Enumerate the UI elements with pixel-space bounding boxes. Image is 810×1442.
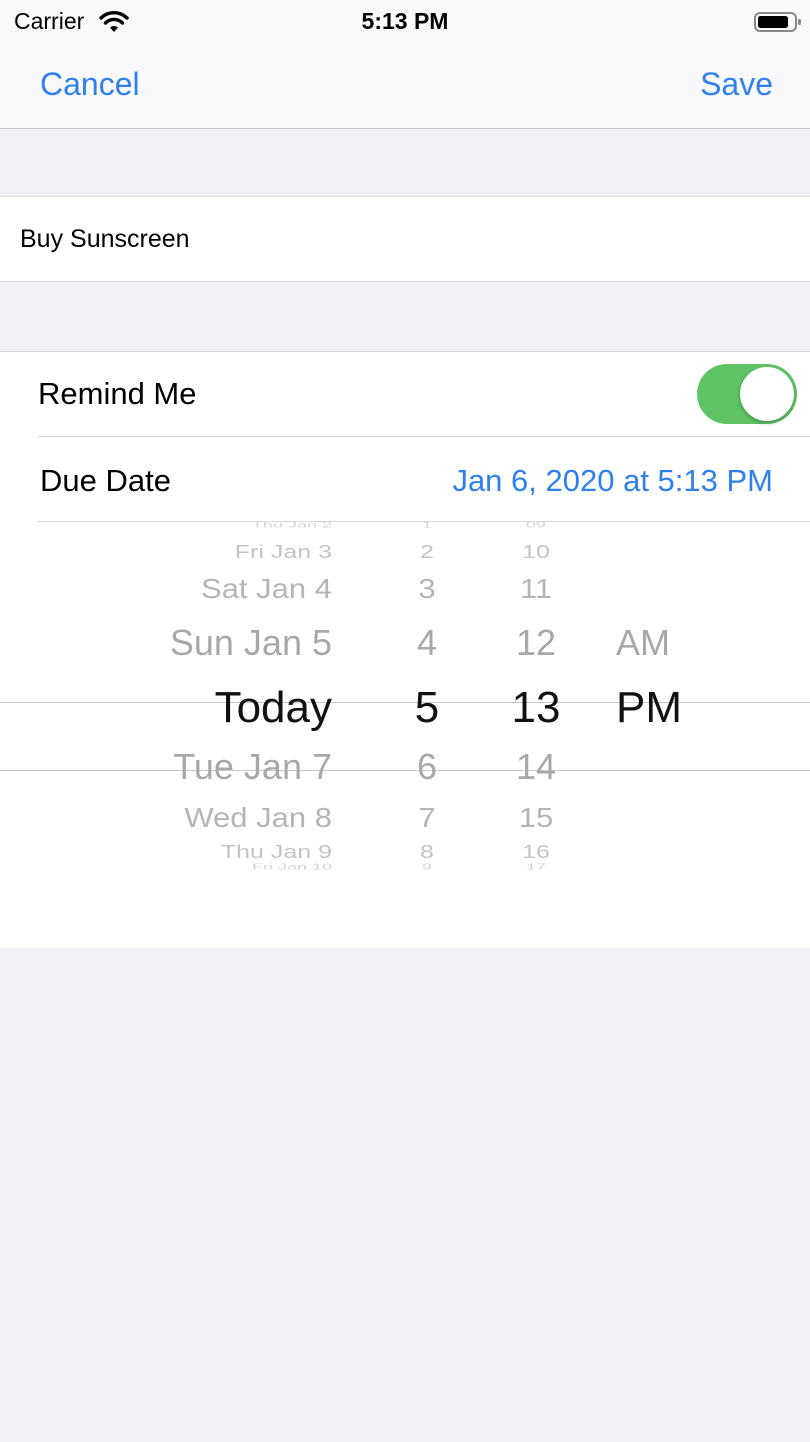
due-date-value[interactable]: Jan 6, 2020 at 5:13 PM	[452, 463, 773, 499]
due-date-row[interactable]: Due Date Jan 6, 2020 at 5:13 PM	[38, 437, 810, 522]
remind-me-row: Remind Me	[38, 352, 810, 437]
reminder-section: Remind Me Due Date Jan 6, 2020 at 5:13 P…	[0, 351, 810, 949]
picker-minute-item[interactable]: 16	[482, 843, 590, 862]
picker-ampm-item[interactable]: PM	[616, 686, 736, 730]
picker-date-column[interactable]: Thu Jan 2 Fri Jan 3 Sat Jan 4 Sun Jan 5 Toda…	[80, 522, 332, 948]
picker-date-item[interactable]: Thu Jan 2	[80, 522, 332, 529]
battery-icon	[754, 12, 801, 32]
date-time-picker[interactable]: Thu Jan 2 Fri Jan 3 Sat Jan 4 Sun Jan 5 Toda…	[0, 522, 810, 948]
picker-hour-item[interactable]: 3	[382, 575, 472, 603]
picker-hour-column[interactable]: 1 2 3 4 5 6 7 89	[382, 522, 472, 948]
picker-hour-item[interactable]: 5	[382, 686, 472, 730]
due-date-label: Due Date	[40, 463, 171, 498]
picker-date-item[interactable]: Fri Jan 3	[80, 543, 332, 562]
status-time: 5:13 PM	[361, 8, 449, 34]
picker-date-item[interactable]: Sun Jan 5	[80, 625, 332, 661]
picker-ampm-item[interactable]: AM	[616, 625, 736, 661]
picker-date-item[interactable]: Today	[80, 686, 332, 730]
cancel-button[interactable]: Cancel	[40, 66, 140, 103]
picker-hour-item[interactable]: 7	[382, 804, 472, 832]
picker-minute-item[interactable]: 13	[482, 686, 590, 730]
picker-minute-item[interactable]: 15	[482, 804, 590, 832]
picker-minute-item[interactable]: 11	[482, 575, 590, 603]
picker-minute-column[interactable]: 09 10 11 12 13 14 15 16 17	[482, 522, 590, 948]
picker-hour-item[interactable]: 2	[382, 543, 472, 562]
picker-minute-item[interactable]: 10	[482, 543, 590, 562]
toggle-knob	[740, 367, 794, 421]
status-bar: Carrier 5:13 PM	[0, 0, 810, 48]
picker-hour-item[interactable]: 4	[382, 625, 472, 661]
picker-minute-item[interactable]: 12	[482, 625, 590, 661]
navigation-bar: Cancel Save	[0, 48, 810, 129]
picker-hour-item[interactable]: 1	[382, 522, 472, 529]
picker-minute-item[interactable]: 14	[482, 749, 590, 785]
picker-minute-item[interactable]: 17	[482, 863, 590, 871]
picker-date-item[interactable]: Tue Jan 7	[80, 749, 332, 785]
title-section	[0, 196, 810, 282]
empty-background	[0, 948, 810, 1442]
picker-date-item[interactable]: Thu Jan 9	[80, 843, 332, 862]
picker-hour-item[interactable]: 9	[382, 863, 472, 871]
remind-me-label: Remind Me	[38, 376, 197, 411]
save-button[interactable]: Save	[700, 66, 773, 103]
picker-hour-item[interactable]: 6	[382, 749, 472, 785]
picker-date-item[interactable]: Sat Jan 4	[80, 575, 332, 603]
picker-hour-item[interactable]: 8	[382, 843, 472, 862]
task-title-field[interactable]	[20, 197, 790, 281]
remind-me-toggle[interactable]	[697, 364, 797, 424]
picker-ampm-column[interactable]: AM PM	[616, 522, 736, 948]
picker-minute-item[interactable]: 09	[482, 522, 590, 529]
picker-date-item[interactable]: Fri Jan 10	[80, 863, 332, 871]
picker-date-item[interactable]: Wed Jan 8	[80, 804, 332, 832]
